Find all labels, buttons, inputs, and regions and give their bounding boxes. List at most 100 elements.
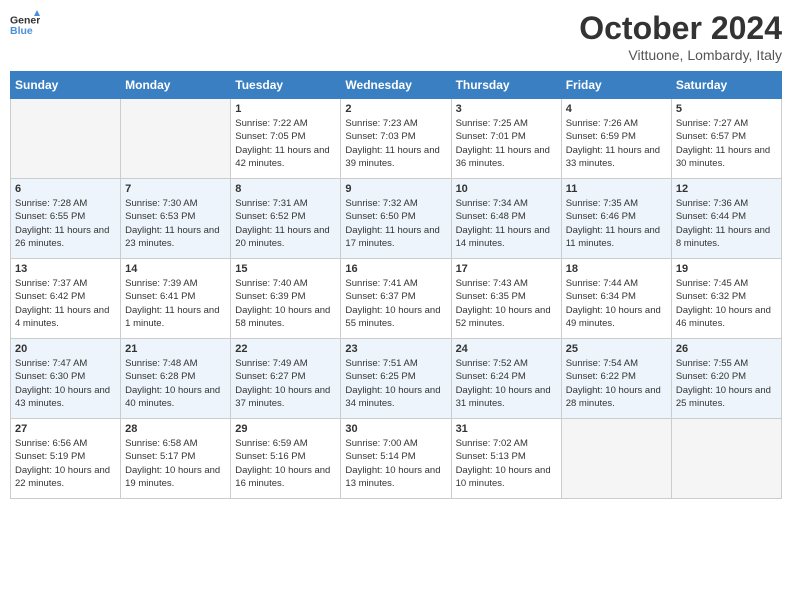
daylight: Daylight: 11 hours and 20 minutes. <box>235 225 329 249</box>
daylight: Daylight: 10 hours and 28 minutes. <box>566 385 661 409</box>
day-number: 8 <box>235 183 336 195</box>
day-info: Sunrise: 7:45 AMSunset: 6:32 PMDaylight:… <box>676 277 777 330</box>
day-info: Sunrise: 7:30 AMSunset: 6:53 PMDaylight:… <box>125 197 226 250</box>
sunset: Sunset: 6:59 PM <box>566 131 636 142</box>
sunset: Sunset: 6:50 PM <box>345 211 415 222</box>
sunrise: Sunrise: 7:40 AM <box>235 278 307 289</box>
day-info: Sunrise: 7:47 AMSunset: 6:30 PMDaylight:… <box>15 357 116 410</box>
svg-text:Blue: Blue <box>10 25 33 37</box>
title-block: October 2024 Vittuone, Lombardy, Italy <box>579 10 782 63</box>
calendar-cell <box>561 419 671 499</box>
daylight: Daylight: 11 hours and 14 minutes. <box>456 225 550 249</box>
daylight: Daylight: 10 hours and 55 minutes. <box>345 305 440 329</box>
month-title: October 2024 <box>579 10 782 47</box>
sunrise: Sunrise: 7:45 AM <box>676 278 748 289</box>
daylight: Daylight: 10 hours and 49 minutes. <box>566 305 661 329</box>
day-number: 9 <box>345 183 446 195</box>
daylight: Daylight: 11 hours and 39 minutes. <box>345 145 439 169</box>
calendar-cell: 12Sunrise: 7:36 AMSunset: 6:44 PMDayligh… <box>671 179 781 259</box>
sunset: Sunset: 6:44 PM <box>676 211 746 222</box>
logo-icon: General Blue <box>10 10 40 40</box>
day-info: Sunrise: 7:36 AMSunset: 6:44 PMDaylight:… <box>676 197 777 250</box>
sunrise: Sunrise: 7:49 AM <box>235 358 307 369</box>
day-number: 5 <box>676 103 777 115</box>
sunrise: Sunrise: 7:35 AM <box>566 198 638 209</box>
daylight: Daylight: 11 hours and 11 minutes. <box>566 225 660 249</box>
sunrise: Sunrise: 6:56 AM <box>15 438 87 449</box>
sunset: Sunset: 7:01 PM <box>456 131 526 142</box>
day-info: Sunrise: 7:34 AMSunset: 6:48 PMDaylight:… <box>456 197 557 250</box>
day-info: Sunrise: 7:52 AMSunset: 6:24 PMDaylight:… <box>456 357 557 410</box>
day-number: 15 <box>235 263 336 275</box>
day-info: Sunrise: 7:54 AMSunset: 6:22 PMDaylight:… <box>566 357 667 410</box>
calendar-cell: 9 Sunrise: 7:32 AM Sunset: 6:50 PM Daylight… <box>341 179 451 259</box>
sunrise: Sunrise: 7:00 AM <box>345 438 417 449</box>
logo: General Blue <box>10 10 40 40</box>
calendar-week-row: 1Sunrise: 7:22 AMSunset: 7:05 PMDaylight… <box>11 99 782 179</box>
day-number: 27 <box>15 423 116 435</box>
day-info: Sunrise: 7:37 AMSunset: 6:42 PMDaylight:… <box>15 277 116 330</box>
sunset: Sunset: 5:16 PM <box>235 451 305 462</box>
calendar-cell: 22Sunrise: 7:49 AMSunset: 6:27 PMDayligh… <box>231 339 341 419</box>
calendar-cell: 11Sunrise: 7:35 AMSunset: 6:46 PMDayligh… <box>561 179 671 259</box>
daylight: Daylight: 10 hours and 22 minutes. <box>15 465 110 489</box>
day-info: Sunrise: 7:51 AMSunset: 6:25 PMDaylight:… <box>345 357 446 410</box>
day-number: 25 <box>566 343 667 355</box>
day-info: Sunrise: 7:44 AMSunset: 6:34 PMDaylight:… <box>566 277 667 330</box>
sunrise: Sunrise: 7:48 AM <box>125 358 197 369</box>
day-number: 20 <box>15 343 116 355</box>
calendar-cell: 26Sunrise: 7:55 AMSunset: 6:20 PMDayligh… <box>671 339 781 419</box>
calendar-cell: 6Sunrise: 7:28 AMSunset: 6:55 PMDaylight… <box>11 179 121 259</box>
weekday-header: Thursday <box>451 72 561 99</box>
calendar-cell: 21Sunrise: 7:48 AMSunset: 6:28 PMDayligh… <box>121 339 231 419</box>
sunrise: Sunrise: 7:54 AM <box>566 358 638 369</box>
day-number: 28 <box>125 423 226 435</box>
day-number: 26 <box>676 343 777 355</box>
sunset: Sunset: 6:30 PM <box>15 371 85 382</box>
daylight: Daylight: 11 hours and 30 minutes. <box>676 145 770 169</box>
sunrise: Sunrise: 7:30 AM <box>125 198 197 209</box>
sunset: Sunset: 6:53 PM <box>125 211 195 222</box>
daylight: Daylight: 10 hours and 31 minutes. <box>456 385 551 409</box>
day-info: Sunrise: 7:23 AM Sunset: 7:03 PM Daylight:… <box>345 117 446 170</box>
calendar-cell <box>121 99 231 179</box>
day-info: Sunrise: 7:26 AMSunset: 6:59 PMDaylight:… <box>566 117 667 170</box>
sunset: Sunset: 6:52 PM <box>235 211 305 222</box>
sunrise: Sunrise: 6:59 AM <box>235 438 307 449</box>
day-info: Sunrise: 7:22 AMSunset: 7:05 PMDaylight:… <box>235 117 336 170</box>
day-number: 29 <box>235 423 336 435</box>
sunset: Sunset: 6:42 PM <box>15 291 85 302</box>
daylight: Daylight: 10 hours and 25 minutes. <box>676 385 771 409</box>
sunset: Sunset: 6:37 PM <box>345 291 415 302</box>
calendar-week-row: 6Sunrise: 7:28 AMSunset: 6:55 PMDaylight… <box>11 179 782 259</box>
sunset: Sunset: 6:46 PM <box>566 211 636 222</box>
sunset: Sunset: 5:13 PM <box>456 451 526 462</box>
sunset: Sunset: 7:03 PM <box>345 131 415 142</box>
sunrise: Sunrise: 7:39 AM <box>125 278 197 289</box>
day-number: 24 <box>456 343 557 355</box>
day-number: 6 <box>15 183 116 195</box>
sunrise: Sunrise: 7:02 AM <box>456 438 528 449</box>
day-info: Sunrise: 7:39 AMSunset: 6:41 PMDaylight:… <box>125 277 226 330</box>
day-info: Sunrise: 7:25 AMSunset: 7:01 PMDaylight:… <box>456 117 557 170</box>
sunrise: Sunrise: 7:32 AM <box>345 198 417 209</box>
daylight: Daylight: 11 hours and 42 minutes. <box>235 145 329 169</box>
daylight: Daylight: 11 hours and 17 minutes. <box>345 225 439 249</box>
daylight: Daylight: 11 hours and 8 minutes. <box>676 225 770 249</box>
calendar-cell: 16Sunrise: 7:41 AMSunset: 6:37 PMDayligh… <box>341 259 451 339</box>
daylight: Daylight: 11 hours and 36 minutes. <box>456 145 550 169</box>
calendar-table: SundayMondayTuesdayWednesdayThursdayFrid… <box>10 71 782 499</box>
sunset: Sunset: 6:24 PM <box>456 371 526 382</box>
calendar-week-row: 27Sunrise: 6:56 AMSunset: 5:19 PMDayligh… <box>11 419 782 499</box>
sunrise: Sunrise: 7:55 AM <box>676 358 748 369</box>
calendar-cell: 24 Sunrise: 7:52 AMSunset: 6:24 PMDayligh… <box>451 339 561 419</box>
sunset: Sunset: 6:35 PM <box>456 291 526 302</box>
day-info: Sunrise: 7:41 AMSunset: 6:37 PMDaylight:… <box>345 277 446 330</box>
daylight: Daylight: 10 hours and 52 minutes. <box>456 305 551 329</box>
sunrise: Sunrise: 7:23 AM <box>345 118 417 129</box>
sunrise: Sunrise: 7:47 AM <box>15 358 87 369</box>
sunrise: Sunrise: 7:37 AM <box>15 278 87 289</box>
day-info: Sunrise: 7:48 AMSunset: 6:28 PMDaylight:… <box>125 357 226 410</box>
daylight: Daylight: 11 hours and 33 minutes. <box>566 145 660 169</box>
daylight: Daylight: 10 hours and 34 minutes. <box>345 385 440 409</box>
